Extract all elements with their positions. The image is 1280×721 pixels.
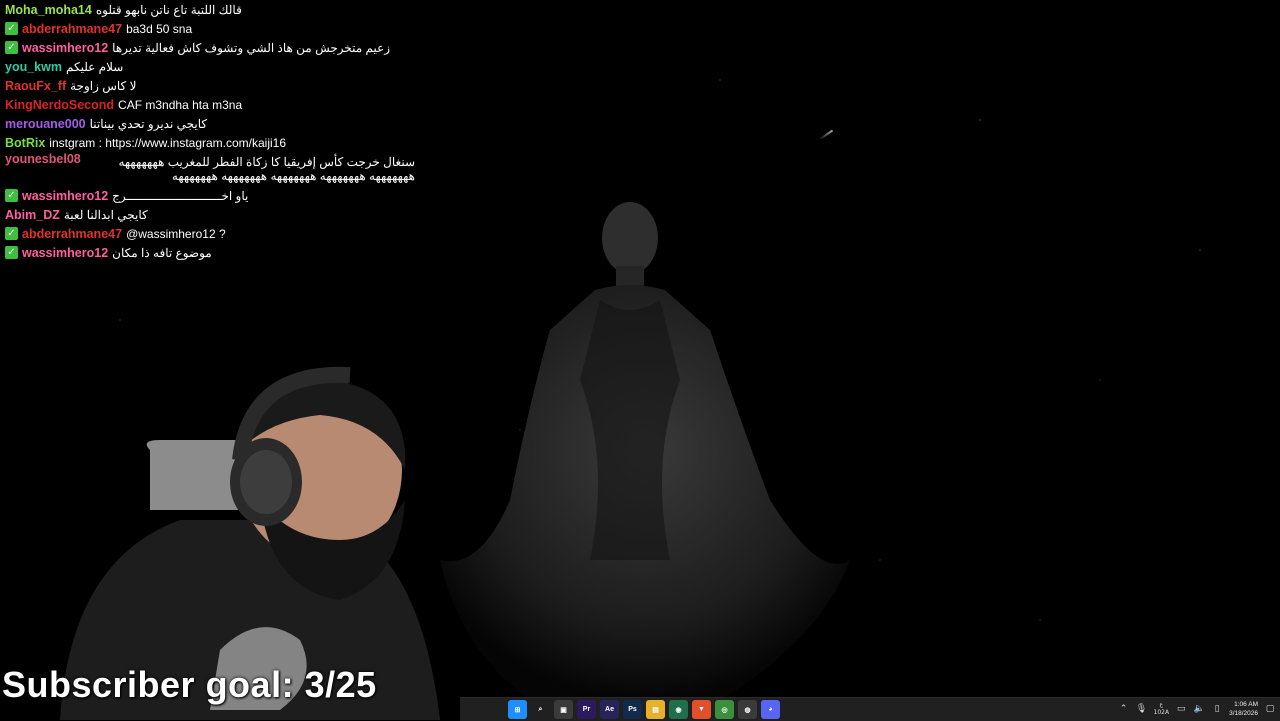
clock-time: 1:06 AM xyxy=(1234,701,1258,708)
chat-username[interactable]: wassimhero12 xyxy=(22,189,108,203)
search-icon[interactable]: ⌕ xyxy=(531,700,550,719)
chat-message: BotRix instgram : https://www.instagram.c… xyxy=(0,133,420,152)
photoshop-icon[interactable]: Ps xyxy=(623,700,642,719)
chat-message-text: سلام عليكم xyxy=(65,59,124,74)
chat-message-text: CAF m3ndha hta m3na xyxy=(118,97,243,112)
chat-message: ✓ abderrahmane47 @wassimhero12 ? xyxy=(0,224,420,243)
chat-username[interactable]: abderrahmane47 xyxy=(22,227,122,241)
chat-message: ✓ wassimhero12 موضوع تافه ذا مكان xyxy=(0,243,420,262)
chat-message: merouane000 كايجي نديرو تحدي بيناتنا xyxy=(0,114,420,133)
subscriber-goal: Subscriber goal: 3/25 xyxy=(2,664,377,705)
chat-username[interactable]: BotRix xyxy=(5,136,45,150)
clock-date: 3/18/2026 xyxy=(1229,710,1258,717)
chat-username[interactable]: KingNerdoSecond xyxy=(5,98,114,112)
chat-message: RaouFx_ff لا كاس زاوجة xyxy=(0,76,420,95)
notification-icon[interactable]: ▢ xyxy=(1264,703,1276,715)
chat-message-text: instgram : https://www.instagram.com/kai… xyxy=(49,135,287,150)
chat-username[interactable]: abderrahmane47 xyxy=(22,22,122,36)
system-tray: ⌃ 🎙 ع 102A ▭ 🔈 ▯ 1:06 AM 3/18/2026 ▢ xyxy=(1118,700,1276,718)
subscriber-badge-icon: ✓ xyxy=(5,189,18,202)
chat-message-text: ba3d 50 sna xyxy=(126,21,193,36)
obs-icon[interactable]: ◍ xyxy=(738,700,757,719)
language-indicator[interactable]: ع 102A xyxy=(1154,701,1170,717)
chat-message-text: ياو اخـــــــــــــــــــــــــــرج xyxy=(112,188,249,203)
chevron-up-icon[interactable]: ⌃ xyxy=(1118,703,1130,715)
chat-message-text: لا كاس زاوجة xyxy=(70,78,137,93)
microphone-icon[interactable]: 🎙 xyxy=(1136,703,1148,715)
cloaked-figure-artwork xyxy=(440,202,850,700)
file-explorer-icon[interactable]: ▤ xyxy=(646,700,665,719)
stream-chat: Moha_moha14 قالك اللتبة تاع ناتن نابهو قت… xyxy=(0,0,420,262)
chat-username[interactable]: merouane000 xyxy=(5,117,86,131)
chat-message: you_kwm سلام عليكم xyxy=(0,57,420,76)
chat-message: ✓ abderrahmane47 ba3d 50 sna xyxy=(0,19,420,38)
chat-message: ✓ wassimhero12 زعيم متخرجش من هاذ الشي وتش… xyxy=(0,38,420,57)
subscriber-badge-icon: ✓ xyxy=(5,22,18,35)
discord-icon[interactable]: ◕ xyxy=(761,700,780,719)
chrome-icon[interactable]: ◎ xyxy=(715,700,734,719)
chat-message-text: سنغال خرجت كأس إفريقيا كا زكاة الفطر للم… xyxy=(118,155,415,183)
app-green-icon[interactable]: ◉ xyxy=(669,700,688,719)
chat-message: Moha_moha14 قالك اللتبة تاع ناتن نابهو قت… xyxy=(0,0,420,19)
battery-icon[interactable]: ▯ xyxy=(1211,703,1223,715)
chat-username[interactable]: wassimhero12 xyxy=(22,41,108,55)
language-code: ع xyxy=(1159,701,1164,708)
chat-message-text: @wassimhero12 ? xyxy=(126,226,226,241)
chat-message-text: كايجي نديرو تحدي بيناتنا xyxy=(89,116,208,131)
premiere-icon[interactable]: Pr xyxy=(577,700,596,719)
task-view-icon[interactable]: ▣ xyxy=(554,700,573,719)
chat-message: KingNerdoSecond CAF m3ndha hta m3na xyxy=(0,95,420,114)
volume-icon[interactable]: 🔈 xyxy=(1193,703,1205,715)
subscriber-badge-icon: ✓ xyxy=(5,246,18,259)
windows-start-icon[interactable]: ⊞ xyxy=(508,700,527,719)
chat-message: ✓ wassimhero12 ياو اخـــــــــــــــــــــ… xyxy=(0,186,420,205)
chat-username[interactable]: Moha_moha14 xyxy=(5,3,92,17)
chat-message: Abim_DZ كايجي ابدالنا لعبة xyxy=(0,205,420,224)
chat-message-text: موضوع تافه ذا مكان xyxy=(112,245,212,260)
chat-message-text: كايجي ابدالنا لعبة xyxy=(63,207,148,222)
keyboard-layout: 102A xyxy=(1153,709,1170,716)
chat-message: younesbel08 سنغال خرجت كأس إفريقيا كا زكا… xyxy=(0,152,420,186)
chat-username[interactable]: RaouFx_ff xyxy=(5,79,66,93)
brave-icon[interactable]: ▼ xyxy=(692,700,711,719)
subscriber-badge-icon: ✓ xyxy=(5,227,18,240)
after-effects-icon[interactable]: Ae xyxy=(600,700,619,719)
chat-message-text: زعيم متخرجش من هاذ الشي وتشوف كاش فعالية… xyxy=(112,40,391,55)
chat-username[interactable]: Abim_DZ xyxy=(5,208,60,222)
network-icon[interactable]: ▭ xyxy=(1175,703,1187,715)
chat-username[interactable]: younesbel08 xyxy=(5,152,81,166)
chat-message-text: قالك اللتبة تاع ناتن نابهو قتلوه xyxy=(95,2,242,17)
taskbar-apps: ⊞ ⌕ ▣ Pr Ae Ps ▤ ◉ ▼ ◎ ◍ ◕ xyxy=(508,700,780,719)
clock[interactable]: 1:06 AM 3/18/2026 xyxy=(1229,700,1258,718)
subscriber-badge-icon: ✓ xyxy=(5,41,18,54)
chat-username[interactable]: wassimhero12 xyxy=(22,246,108,260)
windows-taskbar: ⊞ ⌕ ▣ Pr Ae Ps ▤ ◉ ▼ ◎ ◍ ◕ ⌃ 🎙 ع 102A ▭ 🔈 ▯ 1:06 AM… xyxy=(460,697,1280,721)
chat-username[interactable]: you_kwm xyxy=(5,60,62,74)
